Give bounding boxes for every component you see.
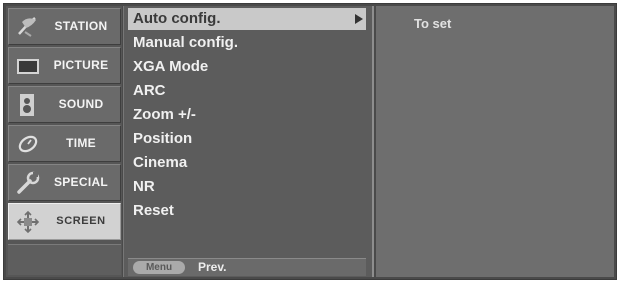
category-time[interactable]: TIME [8,125,121,162]
wrench-icon [15,170,41,196]
category-label: STATION [54,19,108,33]
option-manual-config[interactable]: Manual config. [133,31,238,55]
option-arc[interactable]: ARC [133,79,166,103]
info-text: To set [414,16,452,31]
category-column: STATION PICTURE SOUND TIME SPECIAL SCREE… [6,6,122,277]
category-label: TIME [66,136,96,150]
antenna-icon [15,14,41,40]
option-position[interactable]: Position [133,127,192,151]
screen-adjust-icon [15,209,41,235]
category-label: SOUND [58,97,104,111]
category-sound[interactable]: SOUND [8,86,121,123]
nav-bar: Menu Prev. [128,258,366,276]
clock-icon [15,131,41,157]
right-arrow-icon [355,14,363,24]
option-cinema[interactable]: Cinema [133,151,187,175]
category-label: PICTURE [53,58,109,72]
option-zoom[interactable]: Zoom +/- [133,103,196,127]
tv-screen-icon [15,53,41,79]
menu-button[interactable]: Menu [133,261,185,274]
prev-label: Prev. [198,260,227,274]
category-footer [8,244,121,275]
option-reset[interactable]: Reset [133,199,174,223]
option-nr[interactable]: NR [133,175,155,199]
option-xga-mode[interactable]: XGA Mode [133,55,208,79]
option-auto-config[interactable]: Auto config. [133,7,220,31]
osd-menu: STATION PICTURE SOUND TIME SPECIAL SCREE… [3,3,617,280]
category-special[interactable]: SPECIAL [8,164,121,201]
category-picture[interactable]: PICTURE [8,47,121,84]
options-column: Auto config. Manual config. XGA Mode ARC… [123,6,374,277]
speaker-icon [15,92,41,118]
category-label: SPECIAL [53,175,109,189]
category-label: SCREEN [56,215,106,227]
category-screen[interactable]: SCREEN [8,203,121,240]
category-station[interactable]: STATION [8,8,121,45]
info-panel: To set [376,6,614,277]
